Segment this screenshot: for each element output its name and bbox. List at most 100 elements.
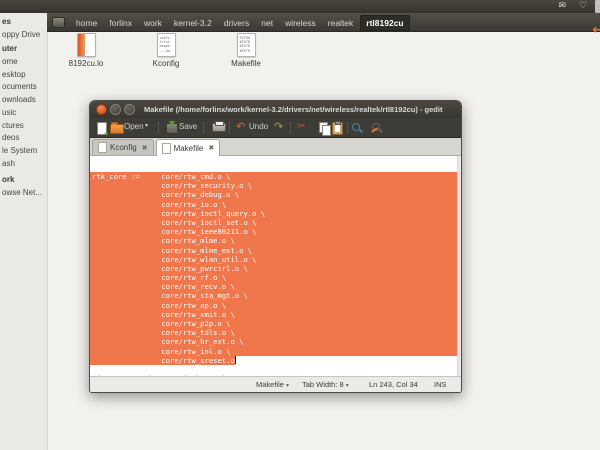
text-file-icon: confi trist depen ---he: [157, 33, 176, 57]
sidebar-item[interactable]: ownloads: [0, 94, 47, 107]
status-bar: Makefile ▾ Tab Width: 8 ▾ Ln 243, Col 34…: [90, 376, 461, 392]
computer-drive-icon[interactable]: [52, 17, 65, 28]
cut-icon[interactable]: ✂: [297, 121, 305, 132]
undo-icon[interactable]: ↶: [236, 121, 245, 132]
editor-line: core/rtw_p2p.o \: [90, 319, 461, 328]
lo-file-icon: [77, 33, 96, 57]
mail-icon[interactable]: ✉: [558, 0, 566, 13]
editor-line: core/rtw_ioctl_set.o \: [90, 218, 461, 227]
sidebar-item[interactable]: oppy Drive: [0, 29, 47, 42]
tab-bar: Kconfig ✖ Makefile ✖: [90, 138, 461, 156]
editor-line: core/rtw_recv.o \: [90, 282, 461, 291]
document-icon: [162, 143, 171, 154]
heart-icon[interactable]: ♡: [579, 0, 587, 13]
tab-close-icon[interactable]: ✖: [208, 144, 214, 152]
back-arrow-icon[interactable]: ←: [592, 22, 600, 38]
sidebar-item[interactable]: uter: [0, 43, 47, 56]
sidebar-item[interactable]: ocuments: [0, 81, 47, 94]
editor-text-area[interactable]: rtk_core := core/rtw_cmd.o \ core/rtw_se…: [90, 156, 461, 376]
text-cursor: [235, 356, 237, 364]
sidebar-item[interactable]: ome: [0, 56, 47, 69]
window-title: Makefile (/home/forlinx/work/kernel-3.2/…: [144, 105, 442, 114]
editor-line: core/rtw_xmit.o \: [90, 310, 461, 319]
breadcrumb-item[interactable]: rtl8192cu: [360, 15, 409, 31]
location-toolbar: homeforlinxworkkernel-3.2driversnetwirel…: [47, 13, 600, 32]
document-icon: [98, 142, 107, 153]
editor-line: core/rtw_debug.o \: [90, 190, 461, 199]
maximize-button[interactable]: [124, 104, 135, 115]
new-document-icon[interactable]: [97, 122, 107, 135]
sidebar-item[interactable]: esktop: [0, 69, 47, 82]
cursor-position: Ln 243, Col 34: [369, 380, 418, 389]
file-name: 8192cu.lo: [54, 59, 118, 68]
editor-line: core/rtw_pwrctrl.o \: [90, 264, 461, 273]
file-8192cu-lo[interactable]: 8192cu.lo: [54, 33, 118, 68]
replace-icon[interactable]: [372, 123, 380, 131]
copy-icon[interactable]: [319, 122, 328, 133]
file-name: Makefile: [214, 59, 278, 68]
editor-line: core/rtw_io.o \: [90, 200, 461, 209]
editor-line: core/rtw_security.o \: [90, 181, 461, 190]
sidebar-item[interactable]: es: [0, 16, 47, 29]
editor-line: core/rtw_sta_mgt.o \: [90, 291, 461, 300]
breadcrumb-item[interactable]: kernel-3.2: [169, 16, 217, 30]
tab-width-selector[interactable]: Tab Width: 8 ▾: [302, 380, 349, 389]
gedit-toolbar: Open ▾ Save ↶ Undo ↷ ✂: [90, 118, 461, 138]
breadcrumb-item[interactable]: work: [139, 16, 167, 30]
language-selector[interactable]: Makefile ▾: [256, 380, 289, 389]
breadcrumb-item[interactable]: wireless: [280, 16, 321, 30]
tab-makefile[interactable]: Makefile ✖: [156, 139, 221, 156]
sidebar-item[interactable]: deos: [0, 132, 47, 145]
undo-button[interactable]: Undo: [249, 122, 268, 131]
breadcrumb-item[interactable]: forlinx: [104, 16, 137, 30]
paste-icon[interactable]: [332, 122, 343, 135]
redo-icon[interactable]: ↷: [274, 121, 283, 132]
breadcrumb: homeforlinxworkkernel-3.2driversnetwirel…: [71, 13, 412, 31]
editor-line: core/rtw_mlme_ext.o \: [90, 246, 461, 255]
tab-kconfig[interactable]: Kconfig ✖: [92, 139, 154, 155]
editor-line: core/rtw_tdls.o \: [90, 328, 461, 337]
save-button[interactable]: Save: [179, 122, 197, 131]
editor-line: core/rtw_ap.o \: [90, 301, 461, 310]
sidebar-item[interactable]: ash: [0, 158, 47, 171]
breadcrumb-item[interactable]: home: [71, 16, 102, 30]
editor-line: core/rtw_rf.o \: [90, 273, 461, 282]
breadcrumb-item[interactable]: net: [256, 16, 278, 30]
scrollbar-trough[interactable]: [457, 156, 461, 376]
top-panel: ✉ ♡: [0, 0, 600, 13]
editor-line: core/rtw_ieee80211.o \: [90, 227, 461, 236]
editor-line: core/rtw_iol.o \: [90, 347, 461, 356]
file-kconfig[interactable]: confi trist depen ---he Kconfig: [134, 33, 198, 68]
breadcrumb-item[interactable]: realtek: [323, 16, 359, 30]
editor-line: rtk_core := core/rtw_cmd.o \: [90, 172, 461, 181]
editor-line: core/rtw_sreset.o: [92, 356, 461, 365]
print-icon[interactable]: [212, 123, 226, 132]
sidebar-item[interactable]: ctures: [0, 120, 47, 133]
gedit-titlebar[interactable]: Makefile (/home/forlinx/work/kernel-3.2/…: [90, 101, 461, 118]
open-dropdown-icon[interactable]: ▾: [145, 122, 148, 129]
chevron-down-icon: ▾: [286, 382, 289, 389]
tab-close-icon[interactable]: ✖: [142, 144, 148, 152]
sidebar-item[interactable]: owse Net...: [0, 187, 47, 200]
breadcrumb-item[interactable]: drivers: [219, 16, 255, 30]
gedit-window: Makefile (/home/forlinx/work/kernel-3.2/…: [89, 100, 462, 393]
file-makefile[interactable]: EXTRA #EXTR #EXTR #EXTR Makefile: [214, 33, 278, 68]
sidebar-item[interactable]: ork: [0, 174, 47, 187]
text-file-icon: EXTRA #EXTR #EXTR #EXTR: [237, 33, 256, 57]
close-button[interactable]: [96, 104, 107, 115]
editor-line: core/rtw_wlan_util.o \: [90, 255, 461, 264]
chevron-down-icon: ▾: [346, 382, 349, 389]
editor-line: core/rtw_ioctl_query.o \: [90, 209, 461, 218]
open-button[interactable]: Open: [124, 122, 144, 131]
open-folder-icon[interactable]: [110, 124, 124, 134]
cropped-indicator-icon[interactable]: [595, 0, 600, 13]
editor-line: core/rtw_mlme.o \: [90, 236, 461, 245]
minimize-button[interactable]: [110, 104, 121, 115]
editor-line: core/rtw_br_ext.o \: [90, 337, 461, 346]
places-sidebar: esoppy Driveuteromeesktopocumentsownload…: [0, 13, 48, 450]
save-icon[interactable]: [166, 123, 178, 134]
insert-mode-indicator: INS: [434, 380, 447, 389]
sidebar-item[interactable]: le System: [0, 145, 47, 158]
find-icon[interactable]: [352, 123, 360, 131]
sidebar-item[interactable]: usic: [0, 107, 47, 120]
